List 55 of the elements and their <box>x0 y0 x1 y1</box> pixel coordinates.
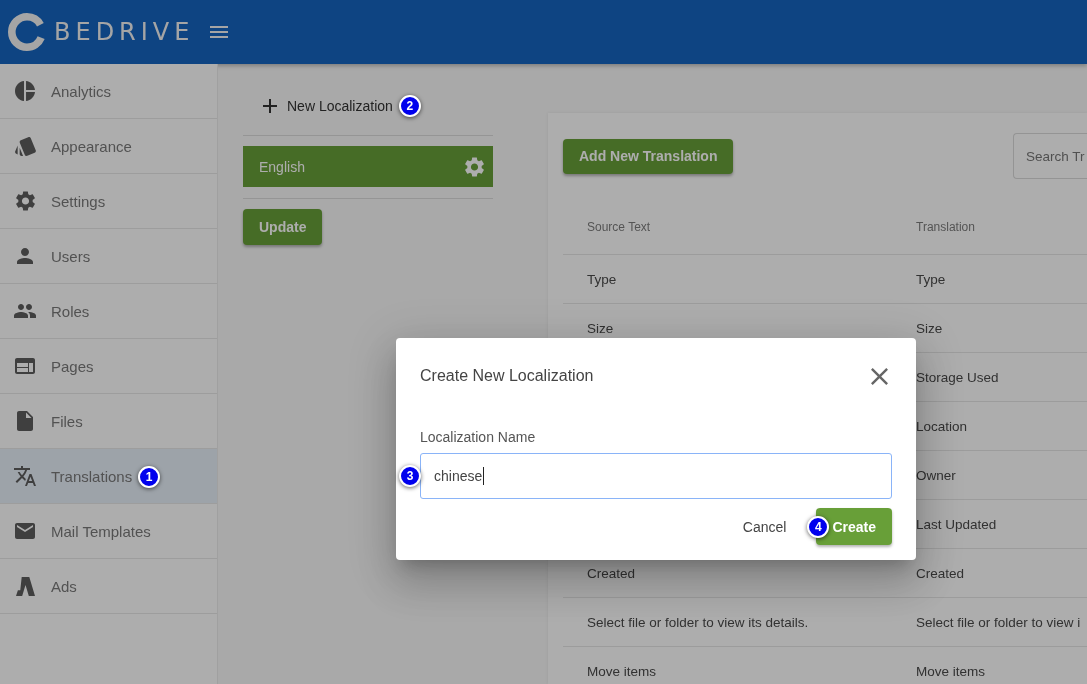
person-icon <box>17 248 33 264</box>
table-cell-text: Move items <box>586 663 658 679</box>
text-cursor <box>483 467 485 485</box>
update-button[interactable]: Update <box>243 209 323 245</box>
table-cell-text: Select file or folder to view its details. <box>586 614 810 630</box>
table-cell-text: Storage Used <box>915 369 1000 385</box>
table-cell-text: Created <box>586 565 637 581</box>
sidebar-item[interactable]: Pages <box>0 339 217 394</box>
table-cell-text: Type <box>586 271 618 287</box>
window-icon <box>15 358 35 374</box>
search-field[interactable]: Search Tr <box>1013 133 1087 179</box>
menu-icon <box>210 26 229 38</box>
ring-logo-icon <box>8 13 46 51</box>
field-label: Localization Name <box>420 428 537 446</box>
translate-icon <box>14 466 36 486</box>
file-icon <box>17 411 33 431</box>
table-cell-text: Type <box>915 271 947 287</box>
table-cell-text: Created <box>915 565 966 581</box>
table-cell-text: Owner <box>915 467 957 483</box>
pie-chart-icon <box>15 81 35 101</box>
sidebar-item[interactable]: Ads <box>0 559 217 614</box>
cancel-button[interactable]: Cancel <box>736 508 793 545</box>
sidebar-item[interactable]: Appearance <box>0 119 217 174</box>
input-field[interactable]: chinese <box>420 453 892 499</box>
new-localization-button[interactable]: New Localization <box>243 86 393 126</box>
table-cell-text: Last Updated <box>915 516 998 532</box>
plus-icon <box>263 99 277 113</box>
table-cell-text: Location <box>915 418 969 434</box>
step-marker: 4 <box>807 515 830 538</box>
sidebar-item[interactable]: Mail Templates <box>0 504 217 559</box>
table-cell-text: Size <box>915 320 944 336</box>
table-cell-text: Move items <box>915 663 987 679</box>
sidebar-item[interactable]: Settings <box>0 174 217 229</box>
sidebar-item[interactable]: Roles <box>0 284 217 339</box>
dialog-title: Create New Localization <box>420 367 594 385</box>
column-header: Translation <box>915 220 976 234</box>
table-cell-text: Select file or folder to view i <box>915 614 1082 630</box>
sidebar-item[interactable]: Users <box>0 229 217 284</box>
add-translation-button[interactable]: Add New Translation <box>563 138 734 174</box>
settings-icon[interactable] <box>465 156 484 177</box>
localization-item[interactable]: English <box>243 146 493 187</box>
menu-button[interactable] <box>210 26 229 38</box>
step-marker: 2 <box>398 95 421 117</box>
close-icon <box>871 367 888 385</box>
people-icon <box>14 304 36 318</box>
logo-text: BEDRIVE <box>54 20 195 44</box>
peak-logo-icon <box>15 576 35 596</box>
sidebar-item[interactable]: Analytics <box>0 64 217 119</box>
close-button[interactable] <box>871 367 888 385</box>
table-cell-text: Size <box>586 320 615 336</box>
settings-icon <box>15 191 35 211</box>
cards-icon <box>14 136 36 156</box>
step-marker: 3 <box>399 465 421 487</box>
envelope-icon <box>15 523 35 539</box>
column-header: Source Text <box>586 220 652 234</box>
